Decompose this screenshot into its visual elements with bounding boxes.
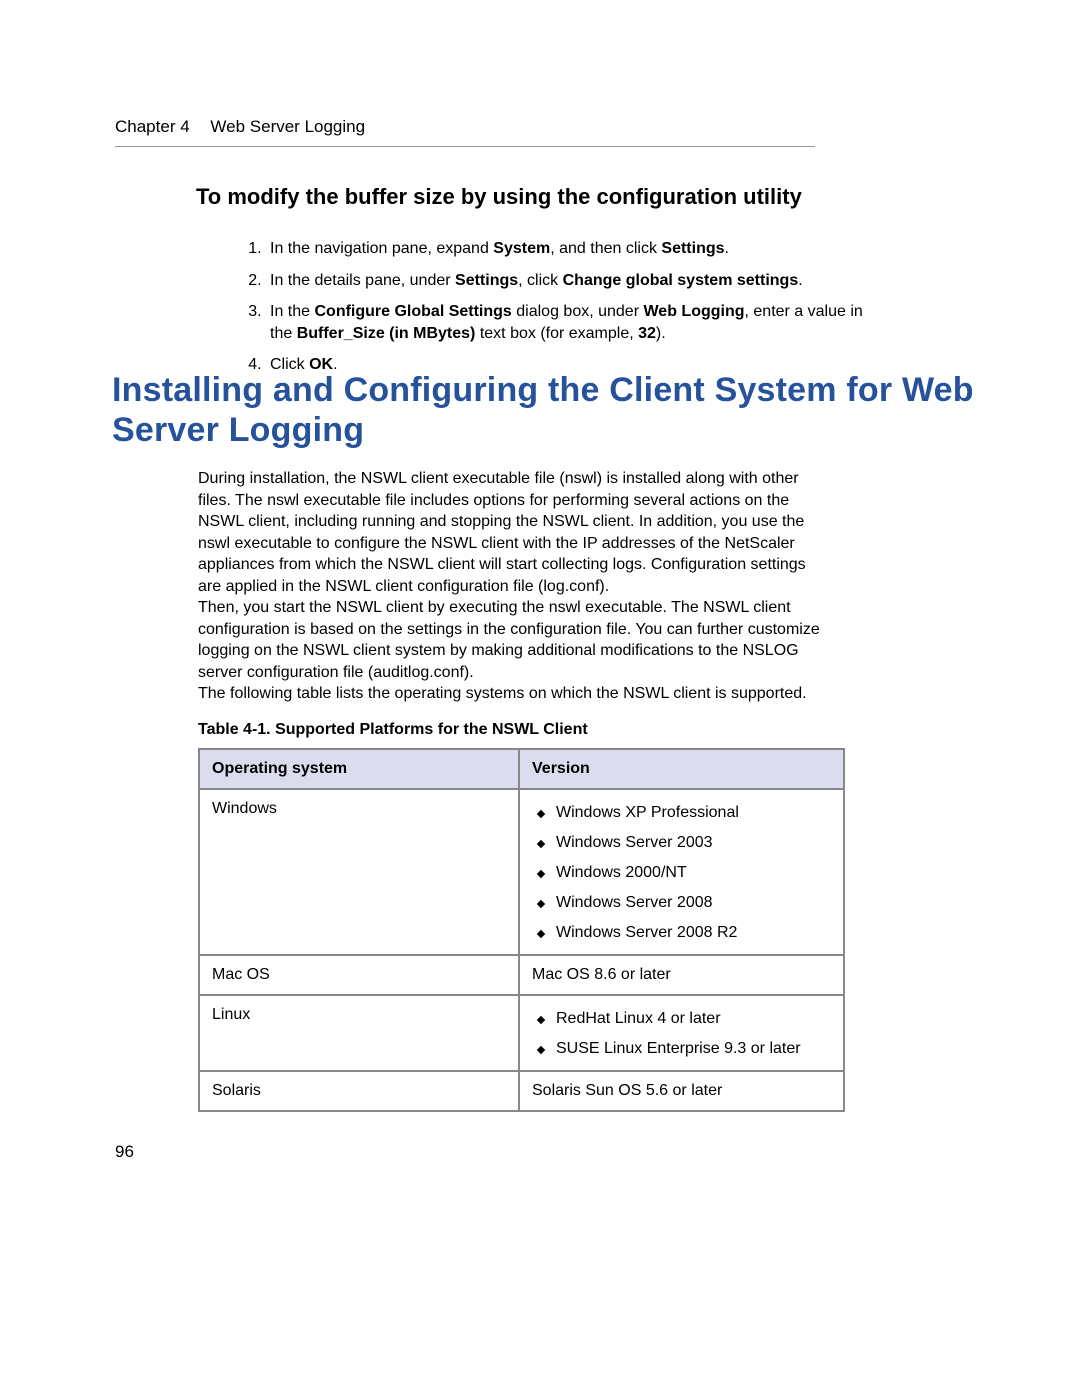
table-row: Linux RedHat Linux 4 or later SUSE Linux… — [199, 995, 844, 1071]
running-header: Chapter 4 Web Server Logging — [115, 117, 365, 137]
paragraph-1: During installation, the NSWL client exe… — [198, 468, 828, 598]
list-item: Windows Server 2003 — [532, 834, 831, 852]
version-cell: RedHat Linux 4 or later SUSE Linux Enter… — [519, 995, 844, 1071]
col-header-version: Version — [519, 749, 844, 789]
version-cell: Mac OS 8.6 or later — [519, 955, 844, 995]
table-row: Windows Windows XP Professional Windows … — [199, 789, 844, 955]
paragraph-3: The following table lists the operating … — [198, 683, 828, 705]
os-cell: Windows — [199, 789, 519, 955]
page: Chapter 4 Web Server Logging To modify t… — [0, 0, 1080, 1397]
chapter-label: Chapter 4 — [115, 117, 190, 137]
step-2: In the details pane, under Settings, cli… — [266, 270, 866, 292]
table-header-row: Operating system Version — [199, 749, 844, 789]
table-row: Solaris Solaris Sun OS 5.6 or later — [199, 1071, 844, 1111]
main-heading: Installing and Configuring the Client Sy… — [112, 370, 1080, 450]
version-cell: Windows XP Professional Windows Server 2… — [519, 789, 844, 955]
list-item: Windows Server 2008 R2 — [532, 924, 831, 942]
os-cell: Mac OS — [199, 955, 519, 995]
list-item: RedHat Linux 4 or later — [532, 1010, 831, 1028]
step-1: In the navigation pane, expand System, a… — [266, 238, 866, 260]
platforms-table: Operating system Version Windows Windows… — [198, 748, 845, 1112]
col-header-os: Operating system — [199, 749, 519, 789]
table-caption: Table 4-1. Supported Platforms for the N… — [198, 719, 828, 741]
section-heading: To modify the buffer size by using the c… — [196, 184, 802, 210]
list-item: Windows XP Professional — [532, 804, 831, 822]
os-cell: Solaris — [199, 1071, 519, 1111]
paragraph-2: Then, you start the NSWL client by execu… — [198, 597, 828, 683]
version-list: Windows XP Professional Windows Server 2… — [532, 804, 831, 942]
list-item: SUSE Linux Enterprise 9.3 or later — [532, 1040, 831, 1058]
list-item: Windows 2000/NT — [532, 864, 831, 882]
procedure-list: In the navigation pane, expand System, a… — [226, 238, 866, 386]
chapter-title: Web Server Logging — [210, 117, 365, 136]
table-row: Mac OS Mac OS 8.6 or later — [199, 955, 844, 995]
version-list: RedHat Linux 4 or later SUSE Linux Enter… — [532, 1010, 831, 1058]
page-number: 96 — [115, 1142, 134, 1162]
header-rule — [115, 146, 815, 147]
version-cell: Solaris Sun OS 5.6 or later — [519, 1071, 844, 1111]
step-3: In the Configure Global Settings dialog … — [266, 301, 866, 344]
os-cell: Linux — [199, 995, 519, 1071]
list-item: Windows Server 2008 — [532, 894, 831, 912]
